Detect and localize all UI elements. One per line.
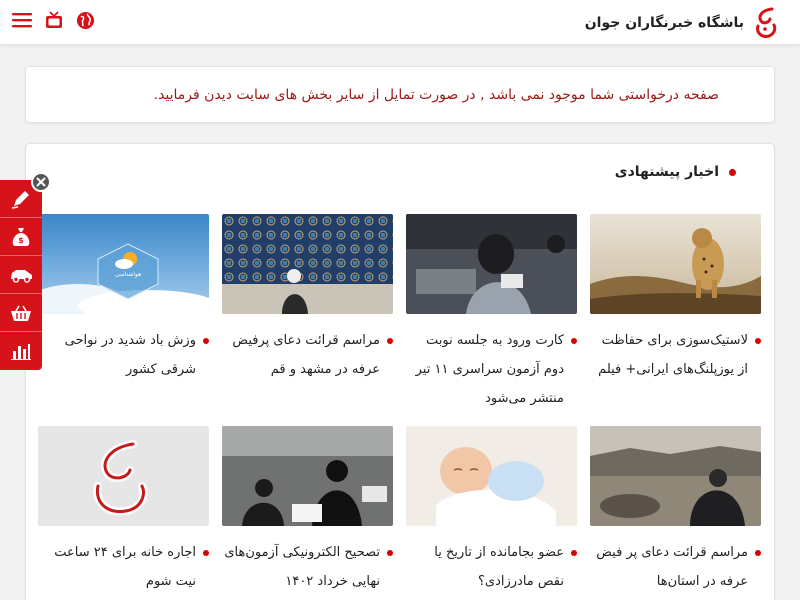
bullet-icon xyxy=(387,338,393,344)
close-toolbar-button[interactable] xyxy=(31,172,51,192)
news-title[interactable]: کارت ورود به جلسه نوبت دوم آزمون سراسری … xyxy=(406,326,564,413)
news-title[interactable]: وزش باد شدید در نواحی شرقی کشور xyxy=(38,326,196,384)
basket-icon xyxy=(11,305,31,321)
exam-hall-thumbnail[interactable] xyxy=(406,214,577,314)
site-name: باشگاه خبرنگاران جوان xyxy=(584,15,744,31)
weather-thumb-label: هواشناسی xyxy=(115,271,142,278)
site-header: باشگاه خبرنگاران جوان xyxy=(0,0,800,45)
bullet-icon xyxy=(755,550,761,556)
news-title[interactable]: مراسم قرائت دعای پر فیض عرفه در استان‌ها xyxy=(590,538,748,596)
tv-icon[interactable] xyxy=(44,10,64,30)
car-icon xyxy=(11,269,32,283)
ybc-logo-icon xyxy=(756,7,777,38)
close-icon xyxy=(36,177,46,187)
money-button[interactable]: $ xyxy=(0,218,42,256)
bullet-icon xyxy=(755,338,761,344)
news-item[interactable]: مراسم قرائت دعای پرفیض عرفه در مشهد و قم xyxy=(222,214,393,384)
baby-thumbnail[interactable] xyxy=(406,426,577,526)
news-title[interactable]: اجاره خانه برای ۲۴ ساعت نیت شوم xyxy=(38,538,196,596)
arafah-prayer-thumbnail[interactable] xyxy=(590,426,761,526)
news-item[interactable]: تصحیح الکترونیکی آزمون‌های نهایی خرداد ۱… xyxy=(222,426,393,596)
menu-icon[interactable] xyxy=(12,12,32,28)
news-title[interactable]: عضو بجامانده از تاریخ یا نقص مادرزادی؟ xyxy=(406,538,564,596)
shrine-wall-thumbnail[interactable] xyxy=(222,214,393,314)
bar-chart-icon xyxy=(11,344,31,360)
news-item[interactable]: مراسم قرائت دعای پر فیض عرفه در استان‌ها xyxy=(590,426,761,596)
svg-text:$: $ xyxy=(18,236,24,245)
cheetah-thumbnail[interactable] xyxy=(590,214,761,314)
bullet-icon xyxy=(571,550,577,556)
pen-icon xyxy=(11,190,29,209)
news-item[interactable]: کارت ورود به جلسه نوبت دوم آزمون سراسری … xyxy=(406,214,577,413)
chart-button[interactable] xyxy=(0,332,42,370)
bullet-icon xyxy=(387,550,393,556)
news-item[interactable]: اجاره خانه برای ۲۴ ساعت نیت شوم xyxy=(38,426,209,596)
news-item[interactable]: عضو بجامانده از تاریخ یا نقص مادرزادی؟ xyxy=(406,426,577,596)
bullet-icon xyxy=(203,550,209,556)
basket-button[interactable] xyxy=(0,294,42,332)
news-title[interactable]: مراسم قرائت دعای پرفیض عرفه در مشهد و قم xyxy=(222,326,380,384)
weather-thumbnail[interactable]: هواشناسی xyxy=(38,214,209,314)
news-title[interactable]: تصحیح الکترونیکی آزمون‌های نهایی خرداد ۱… xyxy=(222,538,380,596)
car-button[interactable] xyxy=(0,256,42,294)
not-found-notice: صفحه درخواستی شما موجود نمی باشد , در صو… xyxy=(25,66,775,123)
bullet-icon xyxy=(203,338,209,344)
section-heading: اخبار پیشنهادی xyxy=(615,164,736,180)
students-exam-thumbnail[interactable] xyxy=(222,426,393,526)
money-bag-icon: $ xyxy=(12,227,30,246)
recommended-news-section: اخبار پیشنهادی لاستیک‌سوزی برای حفاظت از… xyxy=(25,143,775,600)
ybc-logo-thumbnail[interactable] xyxy=(38,426,209,526)
not-found-message: صفحه درخواستی شما موجود نمی باشد , در صو… xyxy=(153,86,719,103)
site-brand[interactable]: باشگاه خبرنگاران جوان xyxy=(585,5,780,41)
bullet-icon xyxy=(571,338,577,344)
news-title[interactable]: لاستیک‌سوزی برای حفاظت از یوزپلنگ‌های ای… xyxy=(590,326,748,384)
globe-icon[interactable] xyxy=(76,11,95,30)
news-item[interactable]: لاستیک‌سوزی برای حفاظت از یوزپلنگ‌های ای… xyxy=(590,214,761,384)
side-toolbar: $ xyxy=(0,180,42,370)
bullet-icon xyxy=(729,168,736,176)
news-item[interactable]: هواشناسی وزش باد شدید در نواحی شرقی کشور xyxy=(38,214,209,384)
